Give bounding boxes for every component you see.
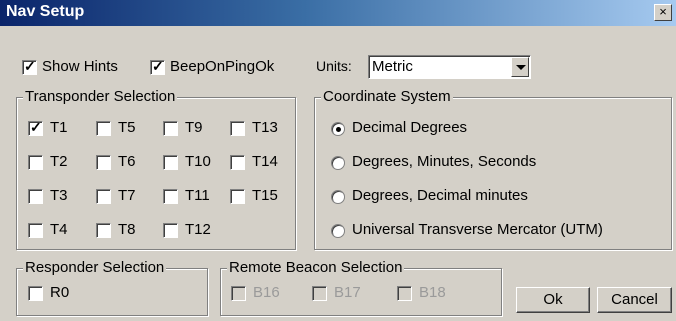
radio-selected-icon	[336, 127, 341, 132]
radio-button[interactable]	[331, 190, 345, 204]
title-bar: Nav Setup ×	[0, 0, 676, 26]
transponder-label: T14	[252, 153, 278, 170]
coordinate-option-label: Degrees, Minutes, Seconds	[352, 153, 537, 170]
checkmark-icon: ✓	[24, 58, 36, 74]
remote-beacon-selection-title: Remote Beacon Selection	[227, 259, 405, 276]
transponder-checkbox[interactable]	[96, 155, 111, 170]
checkmark-icon: ✓	[30, 119, 42, 135]
dropdown-arrow-icon[interactable]	[511, 57, 529, 77]
remote-beacon-checkbox	[312, 286, 327, 301]
responder-selection-title: Responder Selection	[23, 259, 167, 276]
transponder-label: T10	[185, 153, 211, 170]
window-title: Nav Setup	[6, 3, 85, 20]
show-hints-label: Show Hints	[42, 58, 118, 75]
transponder-label: T15	[252, 187, 278, 204]
coordinate-option-label: Decimal Degrees	[352, 119, 468, 136]
units-value: Metric	[372, 58, 413, 75]
transponder-label: T1	[50, 119, 68, 136]
transponder-selection-title: Transponder Selection	[23, 88, 178, 105]
transponder-checkbox[interactable]	[230, 155, 245, 170]
transponder-label: T5	[118, 119, 136, 136]
transponder-checkbox[interactable]	[163, 155, 178, 170]
responder-label: R0	[50, 284, 70, 301]
transponder-label: T9	[185, 119, 203, 136]
cancel-button[interactable]: Cancel	[597, 287, 672, 313]
transponder-checkbox[interactable]	[230, 189, 245, 204]
remote-beacon-checkbox	[231, 286, 246, 301]
units-label: Units:	[316, 58, 352, 74]
close-button[interactable]: ×	[654, 4, 672, 21]
responder-checkbox[interactable]	[28, 286, 43, 301]
beep-on-ping-ok-checkbox[interactable]: ✓	[150, 58, 165, 75]
remote-beacon-label: B18	[419, 284, 446, 301]
coordinate-option-label: Universal Transverse Mercator (UTM)	[352, 221, 603, 238]
show-hints-checkbox[interactable]: ✓	[22, 58, 37, 75]
transponder-label: T2	[50, 153, 68, 170]
coordinate-option-label: Degrees, Decimal minutes	[352, 187, 528, 204]
transponder-label: T4	[50, 221, 68, 238]
transponder-label: T8	[118, 221, 136, 238]
transponder-label: T6	[118, 153, 136, 170]
transponder-label: T7	[118, 187, 136, 204]
transponder-checkbox[interactable]	[96, 121, 111, 136]
nav-setup-dialog: Nav Setup × ✓ Show Hints ✓ BeepOnPingOk …	[0, 0, 676, 321]
remote-beacon-checkbox	[397, 286, 412, 301]
transponder-label: T11	[185, 187, 210, 204]
transponder-checkbox[interactable]	[163, 121, 178, 136]
remote-beacon-label: B17	[334, 284, 361, 301]
transponder-checkbox[interactable]	[28, 223, 43, 238]
coordinate-system-title: Coordinate System	[321, 88, 453, 105]
beep-on-ping-ok-label: BeepOnPingOk	[170, 58, 275, 75]
transponder-checkbox[interactable]	[230, 121, 245, 136]
transponder-checkbox[interactable]	[96, 223, 111, 238]
ok-button[interactable]: Ok	[516, 287, 590, 313]
transponder-checkbox[interactable]	[163, 189, 178, 204]
responder-selection-group: Responder Selection	[16, 259, 208, 316]
transponder-checkbox[interactable]	[96, 189, 111, 204]
transponder-label: T13	[252, 119, 278, 136]
transponder-label: T3	[50, 187, 68, 204]
radio-button[interactable]	[331, 156, 345, 170]
radio-button[interactable]	[331, 224, 345, 238]
remote-beacon-label: B16	[253, 284, 280, 301]
transponder-checkbox[interactable]	[163, 223, 178, 238]
checkmark-icon: ✓	[152, 58, 164, 74]
radio-button[interactable]	[331, 122, 345, 136]
transponder-checkbox[interactable]: ✓	[28, 119, 43, 136]
transponder-checkbox[interactable]	[28, 189, 43, 204]
units-select[interactable]: Metric	[368, 55, 531, 79]
transponder-checkbox[interactable]	[28, 155, 43, 170]
transponder-label: T12	[185, 221, 211, 238]
